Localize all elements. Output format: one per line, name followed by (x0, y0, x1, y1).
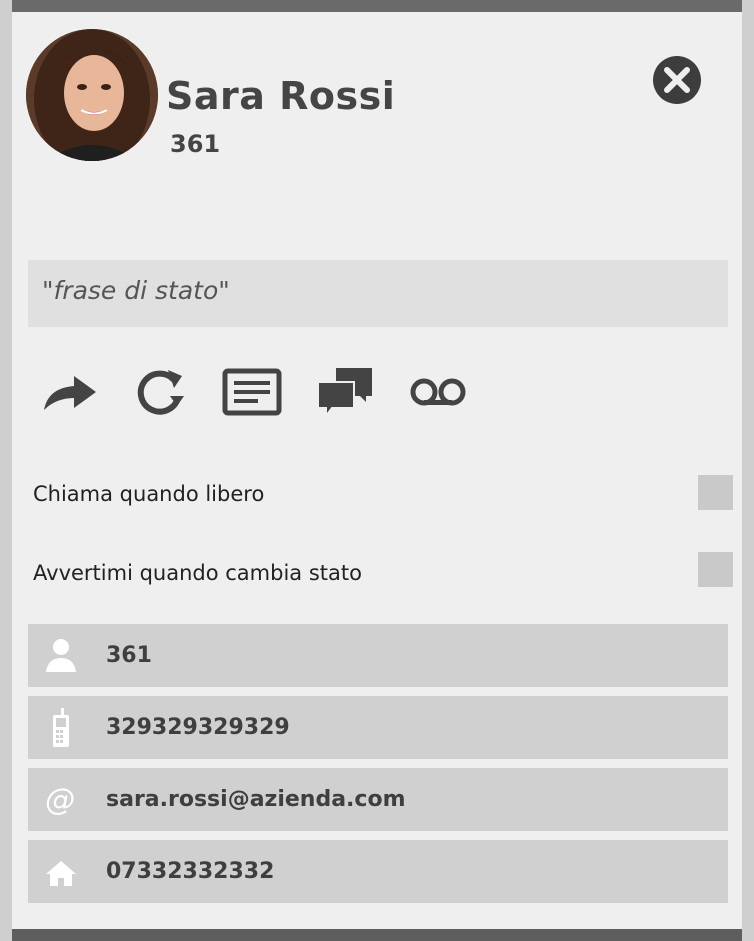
backdrop-left (0, 0, 12, 941)
close-button[interactable] (652, 55, 702, 105)
avatar (26, 29, 158, 161)
svg-text:@: @ (45, 783, 75, 818)
contact-name: Sara Rossi (166, 74, 396, 118)
info-row-internal[interactable]: 361 (28, 624, 728, 687)
message-button[interactable] (222, 362, 282, 422)
forward-button[interactable] (40, 362, 100, 422)
forward-icon (44, 376, 96, 410)
home-icon (46, 861, 76, 886)
info-row-mobile[interactable]: 329329329329 (28, 696, 728, 759)
home-number: 07332332332 (106, 859, 275, 884)
contact-extension: 361 (170, 130, 221, 158)
refresh-icon (137, 370, 184, 415)
mobile-number: 329329329329 (106, 715, 290, 740)
at-icon: @ (45, 783, 75, 818)
chat-button[interactable] (316, 362, 376, 422)
refresh-button[interactable] (130, 362, 190, 422)
status-phrase-box: "frase di stato" (28, 260, 728, 327)
notify-status-change-checkbox[interactable] (698, 552, 733, 587)
email-address: sara.rossi@azienda.com (106, 787, 406, 812)
voicemail-icon (410, 378, 466, 406)
internal-number: 361 (106, 643, 152, 668)
call-when-free-checkbox[interactable] (698, 475, 733, 510)
backdrop-top (0, 0, 754, 12)
call-when-free-label: Chiama quando libero (33, 482, 265, 506)
backdrop-right (742, 0, 754, 941)
status-phrase: "frase di stato" (42, 276, 230, 305)
info-row-email[interactable]: @ sara.rossi@azienda.com (28, 768, 728, 831)
voicemail-button[interactable] (408, 362, 468, 422)
close-icon (653, 56, 701, 104)
mobile-phone-icon (53, 708, 69, 747)
contact-card: Sara Rossi 361 "frase di stato" Chiama q… (12, 12, 742, 929)
message-icon (222, 368, 282, 416)
avatar-image (26, 29, 158, 161)
info-row-home[interactable]: 07332332332 (28, 840, 728, 903)
user-icon (46, 639, 76, 672)
notify-status-change-label: Avvertimi quando cambia stato (33, 561, 362, 585)
chat-icon (317, 368, 372, 419)
